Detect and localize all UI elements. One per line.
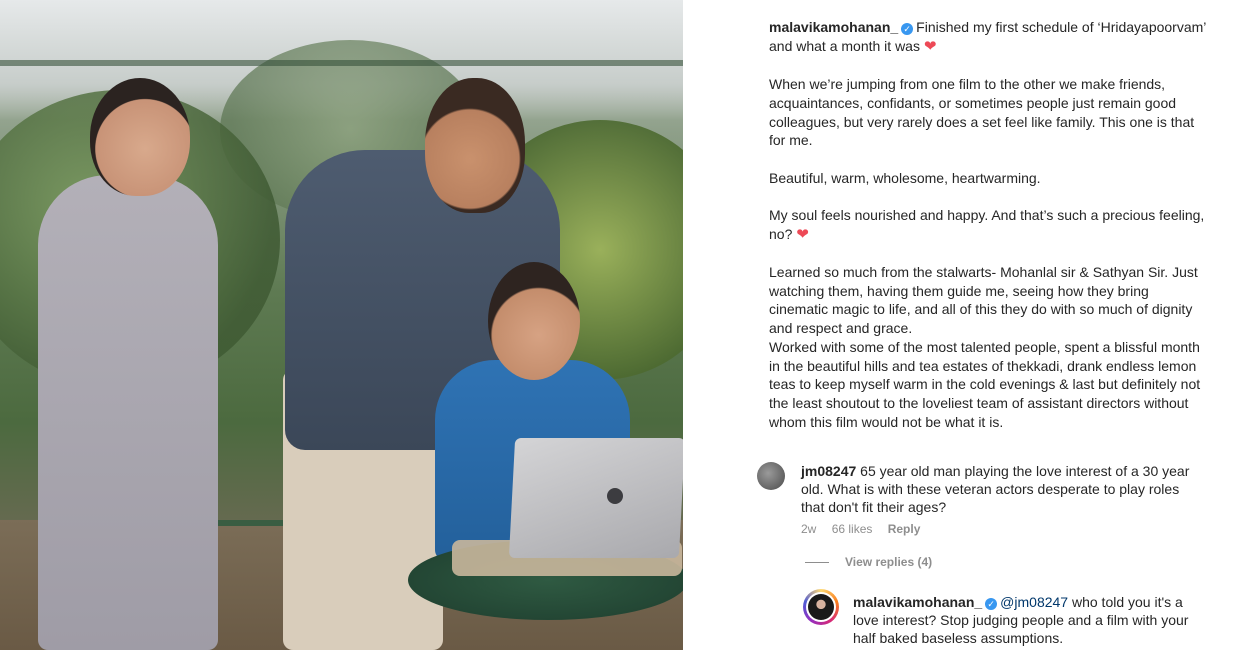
post-photo: [0, 0, 683, 650]
view-replies-button[interactable]: View replies (4): [805, 555, 932, 569]
photo-fence: [0, 60, 683, 66]
photo-laptop: [508, 438, 683, 558]
post-caption: malavikamohanan_ ✓ Finished my first sched…: [769, 18, 1209, 431]
caption-paragraph: Beautiful, warm, wholesome, heartwarming…: [769, 169, 1041, 186]
photo-man-head: [425, 78, 525, 213]
verified-badge-icon: ✓: [901, 23, 914, 35]
reply-text: malavikamohanan_ ✓ @jm08247 who told you i…: [853, 593, 1193, 647]
comment-text: jm08247 65 year old man playing the love…: [801, 462, 1201, 516]
caption-paragraph: Worked with some of the most talented pe…: [769, 338, 1201, 430]
comment-body: 65 year old man playing the love interes…: [801, 463, 1190, 515]
photo-woman-head: [90, 78, 190, 196]
caption-paragraph: Learned so much from the stalwarts- Moha…: [769, 264, 1198, 337]
reply-mention[interactable]: @jm08247: [1000, 594, 1068, 610]
avatar-image: [808, 594, 834, 620]
avatar[interactable]: [757, 462, 785, 490]
comment-username[interactable]: jm08247: [801, 463, 856, 479]
comment-time: 2w: [801, 522, 817, 536]
comment-meta: 2w 66 likes Reply: [801, 522, 932, 536]
comment-likes[interactable]: 66 likes: [832, 522, 873, 536]
reply-username[interactable]: malavikamohanan_: [853, 594, 982, 610]
replies-divider: [805, 562, 829, 564]
caption-paragraph: My soul feels nourished and happy. And t…: [769, 206, 1205, 242]
reply-button[interactable]: Reply: [888, 522, 921, 536]
heart-icon: ❤: [796, 225, 809, 243]
view-replies-label: View replies (4): [845, 555, 933, 569]
photo-woman: [38, 175, 218, 650]
photo-girl-head: [488, 262, 580, 380]
heart-icon: ❤: [923, 37, 937, 55]
verified-badge-icon: ✓: [985, 598, 998, 610]
comments-panel: malavikamohanan_ ✓ Finished my first sched…: [683, 0, 1248, 650]
photo-laptop-logo: [607, 488, 623, 504]
caption-username[interactable]: malavikamohanan_: [769, 19, 898, 35]
avatar[interactable]: [803, 589, 839, 625]
caption-paragraph: When we’re jumping from one film to the …: [769, 76, 1195, 149]
